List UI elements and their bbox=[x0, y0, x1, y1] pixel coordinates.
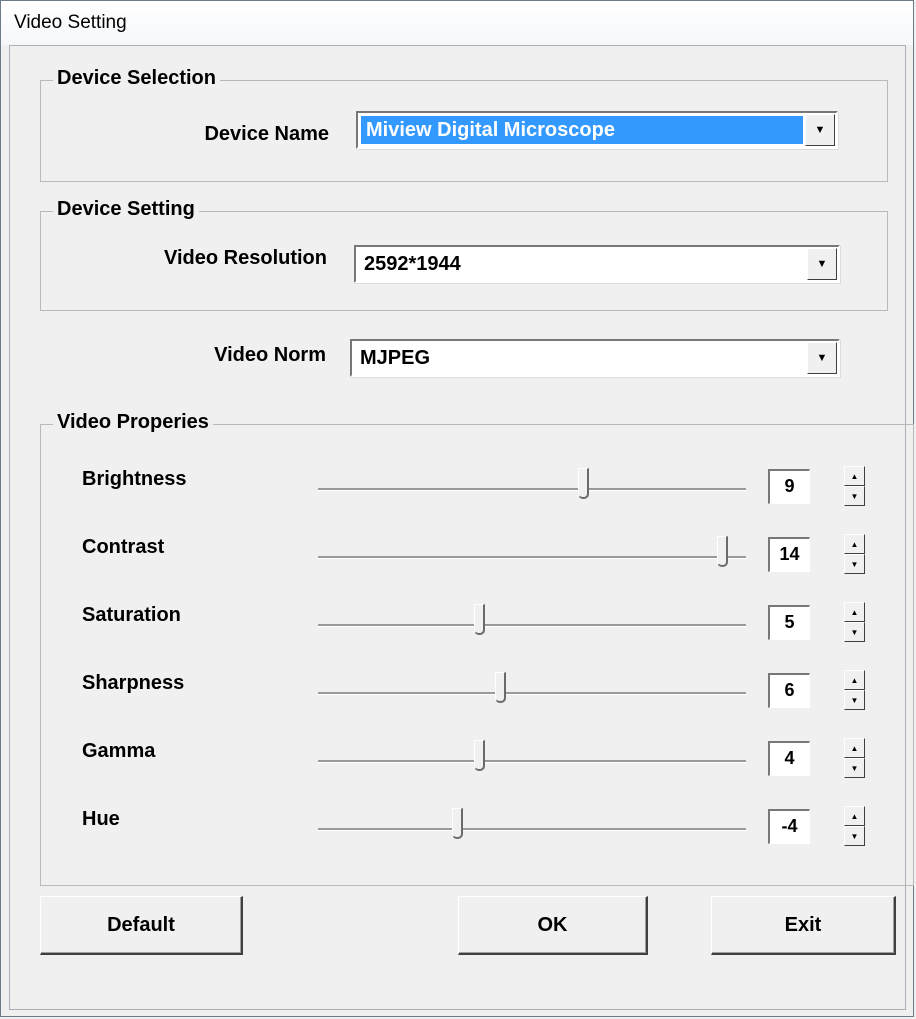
device-name-dropdown[interactable]: Miview Digital Microscope ▼ bbox=[356, 111, 838, 149]
saturation-spinner[interactable]: ▲ ▼ bbox=[844, 602, 865, 642]
brightness-value[interactable]: 9 bbox=[768, 469, 810, 504]
slider-thumb[interactable] bbox=[494, 672, 506, 703]
device-name-value: Miview Digital Microscope bbox=[361, 116, 803, 144]
hue-slider[interactable] bbox=[318, 798, 746, 860]
saturation-value[interactable]: 5 bbox=[768, 605, 810, 640]
hue-row: Hue -4 ▲ ▼ bbox=[41, 798, 913, 860]
chevron-down-icon[interactable]: ▼ bbox=[805, 114, 835, 146]
sharpness-slider[interactable] bbox=[318, 662, 746, 724]
chevron-down-icon[interactable]: ▼ bbox=[807, 248, 837, 280]
ok-button[interactable]: OK bbox=[458, 896, 648, 955]
spin-up-icon[interactable]: ▲ bbox=[844, 806, 865, 826]
slider-thumb[interactable] bbox=[578, 468, 590, 499]
exit-button[interactable]: Exit bbox=[711, 896, 896, 955]
slider-thumb[interactable] bbox=[452, 808, 464, 839]
brightness-slider[interactable] bbox=[318, 458, 746, 520]
chevron-down-icon[interactable]: ▼ bbox=[807, 342, 837, 374]
slider-track bbox=[318, 828, 746, 831]
default-button[interactable]: Default bbox=[40, 896, 243, 955]
device-selection-group-label: Device Selection bbox=[53, 66, 220, 90]
device-name-label: Device Name bbox=[204, 123, 329, 145]
window-title: Video Setting bbox=[14, 12, 127, 33]
contrast-slider[interactable] bbox=[318, 526, 746, 588]
title-bar[interactable]: Video Setting bbox=[1, 1, 913, 45]
hue-value[interactable]: -4 bbox=[768, 809, 810, 844]
saturation-slider[interactable] bbox=[318, 594, 746, 656]
gamma-label: Gamma bbox=[82, 740, 156, 762]
spin-down-icon[interactable]: ▼ bbox=[844, 622, 865, 642]
device-setting-group-label: Device Setting bbox=[53, 197, 199, 221]
sharpness-value[interactable]: 6 bbox=[768, 673, 810, 708]
slider-thumb[interactable] bbox=[473, 604, 485, 635]
saturation-label: Saturation bbox=[82, 604, 181, 626]
sharpness-label: Sharpness bbox=[82, 672, 185, 694]
slider-thumb[interactable] bbox=[717, 536, 729, 567]
slider-thumb[interactable] bbox=[473, 740, 485, 771]
hue-label: Hue bbox=[82, 808, 120, 830]
dialog-client-area: Device Selection Device Name Miview Digi… bbox=[9, 45, 914, 1010]
hue-spinner[interactable]: ▲ ▼ bbox=[844, 806, 865, 846]
contrast-row: Contrast 14 ▲ ▼ bbox=[41, 526, 913, 588]
spin-up-icon[interactable]: ▲ bbox=[844, 738, 865, 758]
slider-track bbox=[318, 760, 746, 763]
saturation-row: Saturation 5 ▲ ▼ bbox=[41, 594, 913, 656]
contrast-spinner[interactable]: ▲ ▼ bbox=[844, 534, 865, 574]
video-norm-value: MJPEG bbox=[360, 347, 431, 369]
sharpness-row: Sharpness 6 ▲ ▼ bbox=[41, 662, 913, 724]
video-norm-dropdown[interactable]: MJPEG ▼ bbox=[350, 339, 840, 377]
gamma-row: Gamma 4 ▲ ▼ bbox=[41, 730, 913, 792]
slider-track bbox=[318, 624, 746, 627]
brightness-row: Brightness 9 ▲ ▼ bbox=[41, 458, 913, 520]
spin-down-icon[interactable]: ▼ bbox=[844, 758, 865, 778]
video-resolution-value: 2592*1944 bbox=[364, 253, 461, 275]
gamma-value[interactable]: 4 bbox=[768, 741, 810, 776]
spin-up-icon[interactable]: ▲ bbox=[844, 670, 865, 690]
contrast-value[interactable]: 14 bbox=[768, 537, 810, 572]
video-resolution-label: Video Resolution bbox=[164, 247, 327, 269]
sharpness-spinner[interactable]: ▲ ▼ bbox=[844, 670, 865, 710]
brightness-label: Brightness bbox=[82, 468, 187, 490]
spin-up-icon[interactable]: ▲ bbox=[844, 602, 865, 622]
spin-down-icon[interactable]: ▼ bbox=[844, 486, 865, 506]
contrast-label: Contrast bbox=[82, 536, 165, 558]
slider-track bbox=[318, 488, 746, 491]
gamma-spinner[interactable]: ▲ ▼ bbox=[844, 738, 865, 778]
spin-down-icon[interactable]: ▼ bbox=[844, 826, 865, 846]
spin-down-icon[interactable]: ▼ bbox=[844, 690, 865, 710]
video-resolution-dropdown[interactable]: 2592*1944 ▼ bbox=[354, 245, 840, 283]
slider-track bbox=[318, 556, 746, 559]
spin-up-icon[interactable]: ▲ bbox=[844, 534, 865, 554]
video-setting-window: Video Setting Device Selection Device Na… bbox=[0, 0, 914, 1017]
video-norm-label: Video Norm bbox=[214, 344, 326, 366]
spin-up-icon[interactable]: ▲ bbox=[844, 466, 865, 486]
spin-down-icon[interactable]: ▼ bbox=[844, 554, 865, 574]
video-properties-group-label: Video Properies bbox=[53, 410, 213, 434]
brightness-spinner[interactable]: ▲ ▼ bbox=[844, 466, 865, 506]
video-properties-group: Video Properies Brightness 9 ▲ ▼ Contras… bbox=[40, 410, 914, 886]
slider-track bbox=[318, 692, 746, 695]
gamma-slider[interactable] bbox=[318, 730, 746, 792]
